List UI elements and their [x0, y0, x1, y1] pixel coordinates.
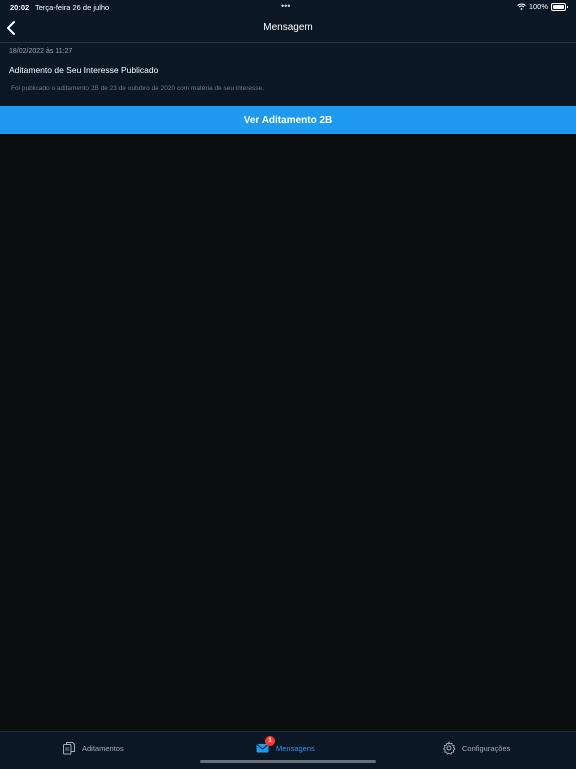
multitasking-dots[interactable]: •••	[281, 1, 290, 11]
tab-label: Configurações	[462, 743, 511, 753]
documents-icon	[63, 742, 75, 755]
tab-label: Aditamentos	[82, 743, 124, 753]
unread-badge: 1	[265, 736, 275, 746]
tab-configuracoes[interactable]: Configurações	[442, 739, 510, 757]
battery-icon	[551, 2, 568, 11]
tab-aditamentos[interactable]: Aditamentos	[62, 739, 124, 757]
gear-icon	[443, 741, 456, 755]
battery-percent: 100%	[528, 2, 548, 11]
message-body: Foi publicado o aditamento 2B de 23 de o…	[11, 85, 264, 92]
wifi-icon	[516, 3, 526, 10]
message-date: 18/02/2022 às 11:27	[9, 48, 73, 55]
home-indicator[interactable]	[200, 760, 376, 763]
tab-bar: Aditamentos 1 Mensagens Configurações	[0, 731, 576, 769]
page-title: Mensagem	[263, 22, 313, 33]
tab-mensagens[interactable]: 1 Mensagens	[256, 736, 315, 757]
status-time: 20:02	[10, 3, 30, 12]
nav-bar: Mensagem	[0, 14, 576, 43]
message-title: Aditamento de Seu Interesse Publicado	[9, 65, 159, 75]
mail-icon-wrap: 1	[256, 736, 275, 755]
status-bar: 20:02 Terça-feira 26 de julho ••• 100%	[0, 0, 576, 14]
message-card: 18/02/2022 às 11:27 Aditamento de Seu In…	[0, 43, 576, 106]
tab-label: Mensagens	[276, 743, 315, 753]
status-right: 100%	[516, 2, 568, 11]
view-aditamento-button[interactable]: Ver Aditamento 2B	[0, 106, 576, 134]
status-date: Terça-feira 26 de julho	[35, 3, 110, 12]
